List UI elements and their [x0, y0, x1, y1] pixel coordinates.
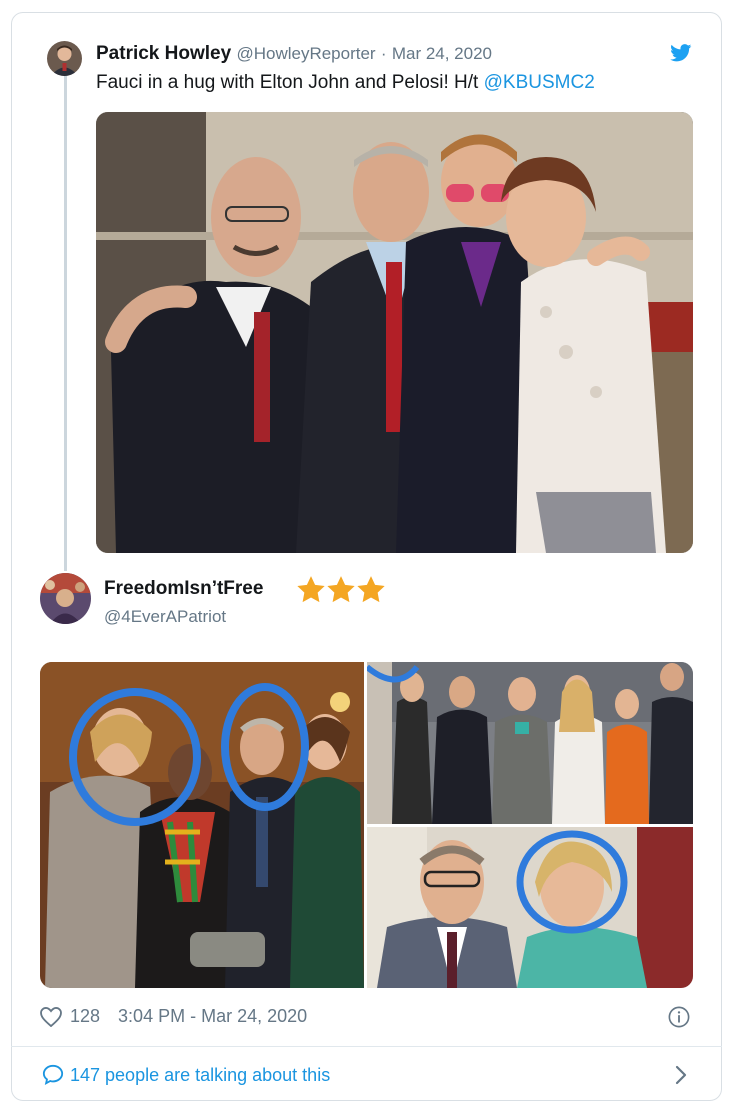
dot-separator: ·	[380, 44, 387, 63]
star-icon	[327, 576, 355, 603]
thread-connector-line	[64, 75, 67, 571]
tweet-timestamp[interactable]: 3:04 PM - Mar 24, 2020	[118, 1006, 307, 1027]
avatar-patrick-howley[interactable]	[47, 41, 82, 76]
avatar-freedomisntfree[interactable]	[40, 573, 91, 624]
author-handle[interactable]: @HowleyReporter	[236, 44, 375, 63]
author-name[interactable]: Patrick Howley	[96, 43, 231, 64]
twitter-bird-icon[interactable]	[670, 44, 692, 67]
conversation-link[interactable]: 147 people are talking about this	[42, 1064, 330, 1086]
like-count[interactable]: 128	[70, 1006, 100, 1027]
info-icon[interactable]	[668, 1006, 690, 1033]
star-emojis	[297, 576, 385, 603]
heart-icon[interactable]	[40, 1006, 62, 1027]
tweet2-photo-top-right[interactable]	[367, 662, 693, 824]
tweet2-photo-left[interactable]	[40, 662, 364, 988]
star-icon	[357, 576, 385, 603]
star-icon	[297, 576, 325, 603]
mention-link[interactable]: @KBUSMC2	[484, 72, 595, 93]
tweet-photo-group-hug[interactable]	[96, 112, 693, 553]
tweet-stats-row: 128 3:04 PM - Mar 24, 2020	[40, 1006, 307, 1027]
author2-name[interactable]: FreedomIsn’tFree	[104, 578, 263, 600]
author-name-line: Patrick Howley @HowleyReporter · Mar 24,…	[96, 43, 492, 65]
comment-bubble-icon	[42, 1064, 64, 1086]
tweet2-photo-bottom-right[interactable]	[367, 827, 693, 988]
footer-divider	[11, 1046, 722, 1047]
tweet-text-line: Fauci in a hug with Elton John and Pelos…	[96, 72, 595, 94]
tweet-text: Fauci in a hug with Elton John and Pelos…	[96, 72, 479, 93]
tweet-date[interactable]: Mar 24, 2020	[392, 44, 492, 63]
chevron-right-icon[interactable]	[674, 1064, 688, 1091]
conversation-label[interactable]: 147 people are talking about this	[70, 1065, 330, 1086]
author2-handle[interactable]: @4EverAPatriot	[104, 607, 226, 627]
